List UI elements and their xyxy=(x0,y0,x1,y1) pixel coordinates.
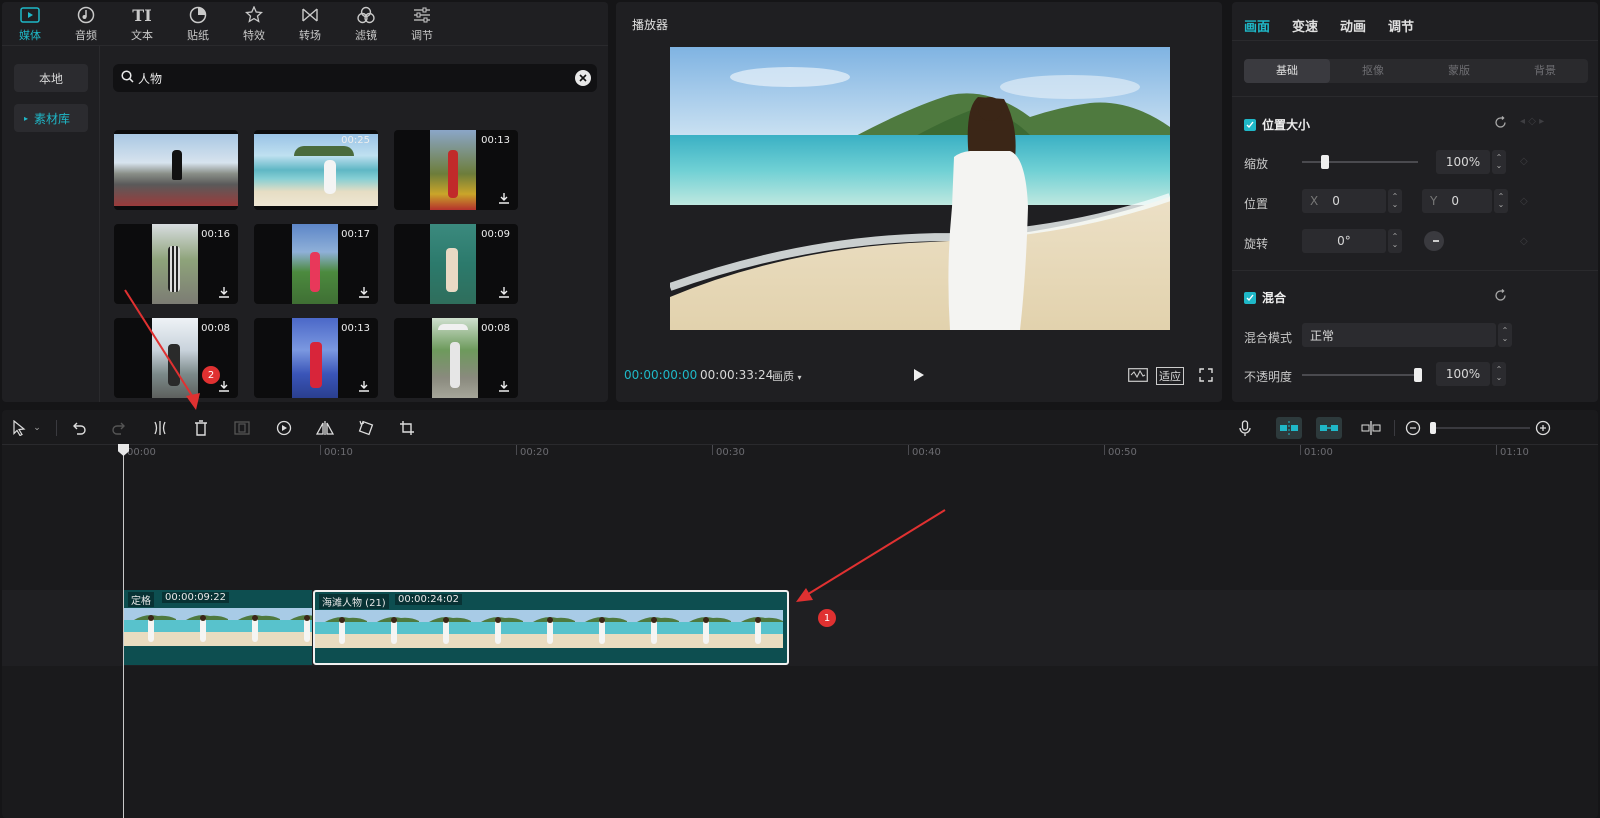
annotation-arrows xyxy=(124,289,946,602)
annotation-badge: 1 xyxy=(818,609,836,627)
annotation-badge: 2 xyxy=(202,366,220,384)
